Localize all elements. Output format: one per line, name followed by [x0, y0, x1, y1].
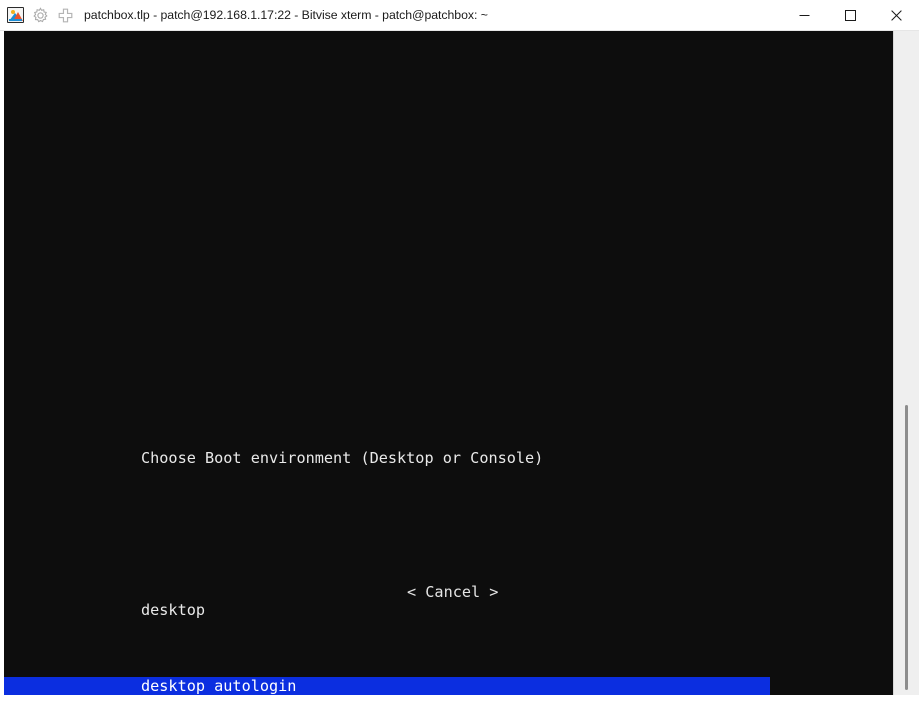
vertical-scrollbar[interactable]: [893, 31, 919, 697]
bitvise-xterm-window: patchbox.tlp - patch@192.168.1.17:22 - B…: [0, 0, 919, 728]
title-bar: patchbox.tlp - patch@192.168.1.17:22 - B…: [0, 0, 919, 31]
terminal-frame: Choose Boot environment (Desktop or Cons…: [0, 31, 919, 728]
bitvise-app-icon[interactable]: [7, 7, 24, 23]
menu-item-desktop-autologin[interactable]: desktop autologin: [4, 677, 770, 695]
maximize-button[interactable]: [827, 0, 873, 31]
app-icon-ground: [9, 19, 22, 21]
title-bar-icon-group: [0, 6, 74, 24]
window-controls: [781, 0, 919, 31]
menu-item-desktop[interactable]: desktop: [4, 601, 893, 620]
scrollbar-thumb[interactable]: [905, 405, 908, 690]
minimize-button[interactable]: [781, 0, 827, 31]
boot-environment-prompt: Choose Boot environment (Desktop or Cons…: [141, 449, 544, 467]
gear-icon[interactable]: [31, 6, 49, 24]
plus-icon[interactable]: [56, 6, 74, 24]
cancel-button[interactable]: < Cancel >: [4, 583, 893, 602]
window-title: patchbox.tlp - patch@192.168.1.17:22 - B…: [84, 8, 488, 22]
close-button[interactable]: [873, 0, 919, 31]
terminal-screen[interactable]: Choose Boot environment (Desktop or Cons…: [4, 31, 893, 695]
